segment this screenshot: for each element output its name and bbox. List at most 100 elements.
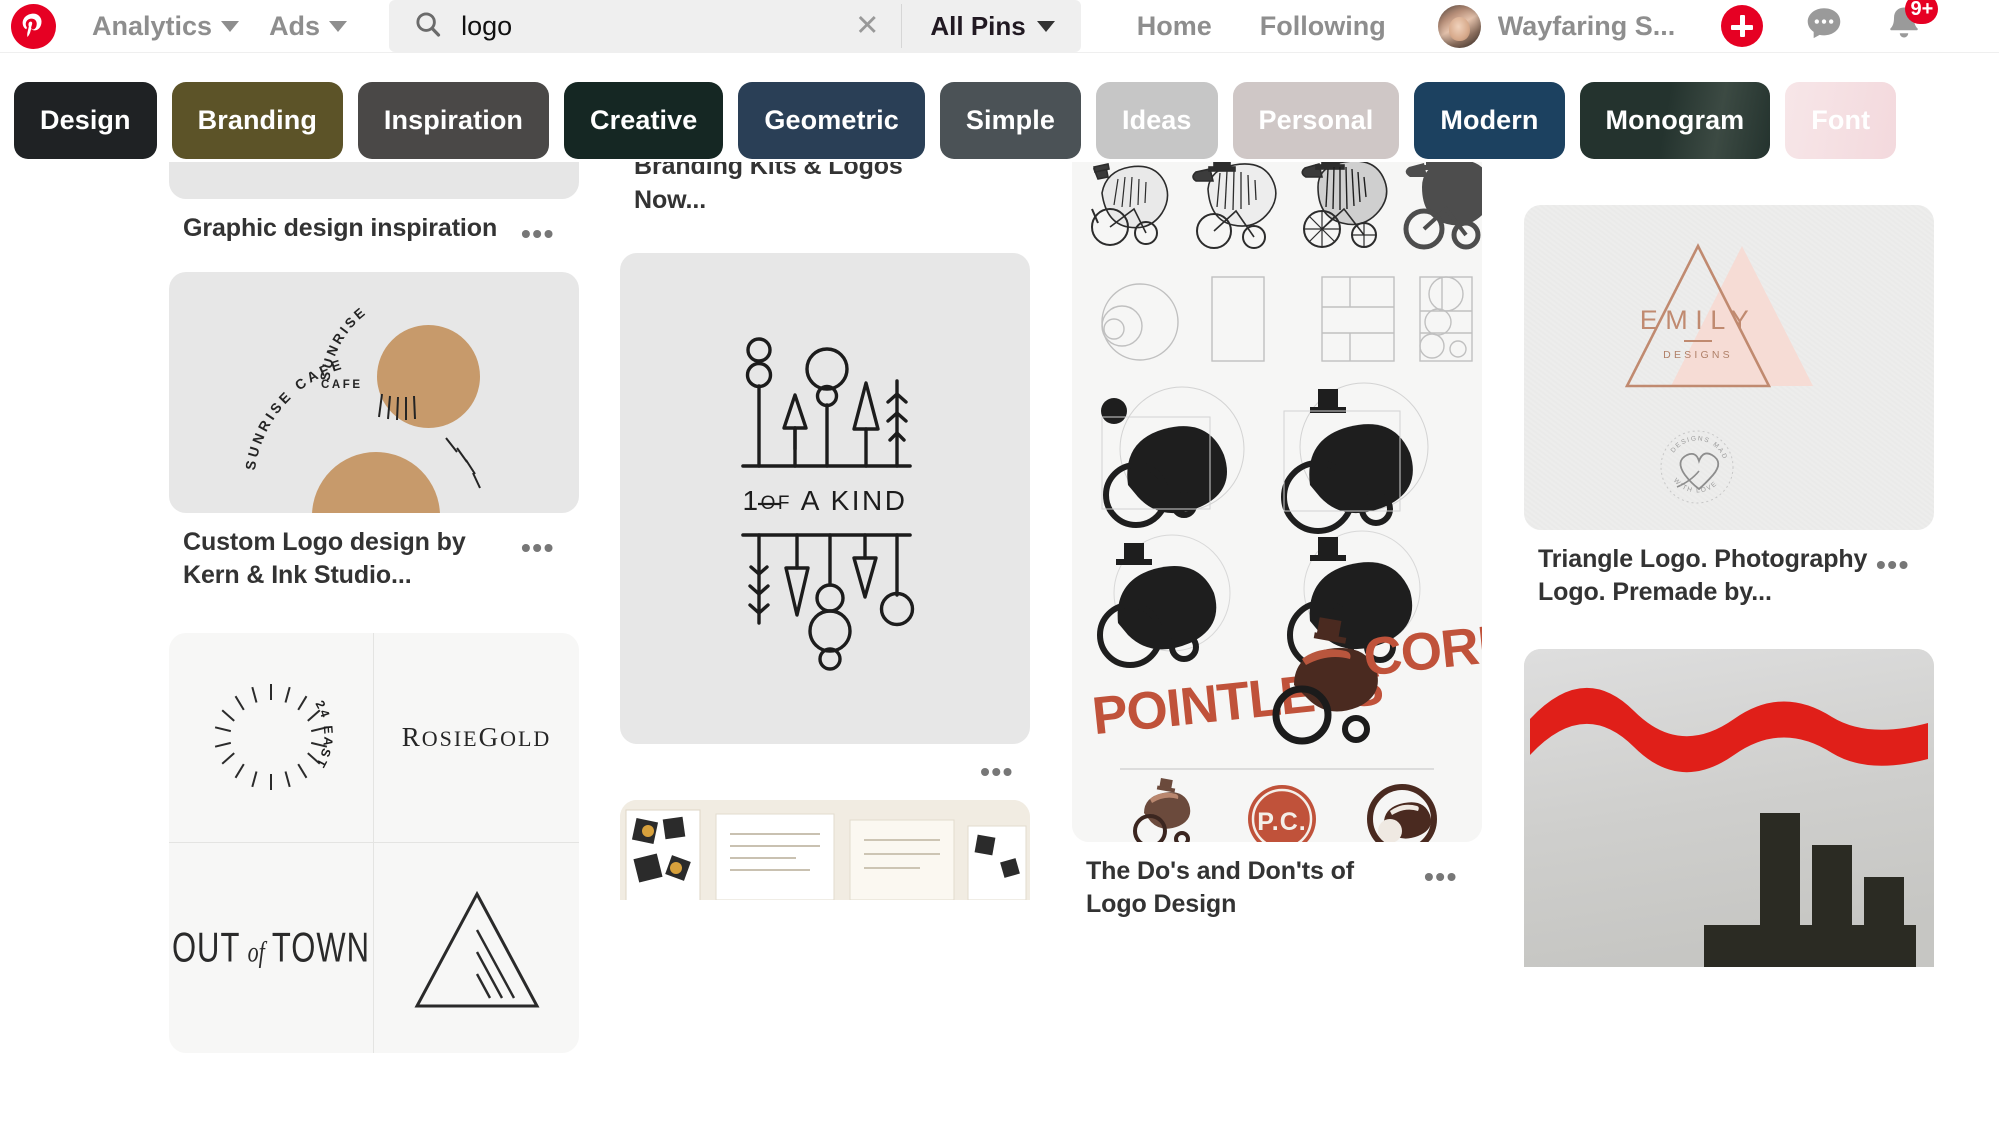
notification-badge: 9+ (1905, 0, 1939, 24)
chat-bubble-icon (1808, 7, 1841, 38)
filter-pill-personal[interactable]: Personal (1232, 82, 1400, 159)
nav-home-link[interactable]: Home (1137, 11, 1212, 42)
filter-pill-ideas[interactable]: Ideas (1096, 82, 1218, 159)
pin-image[interactable] (620, 799, 1030, 900)
pin-card[interactable]: Shop. Redesigned Premade Branding Kits &… (620, 162, 1030, 217)
pin-card[interactable] (620, 799, 1030, 900)
pin-footer: The Do's and Don'ts of Logo Design ••• (1072, 842, 1482, 922)
filter-pill-simple[interactable]: Simple (939, 82, 1081, 159)
pin-column-3: POINTLESS CORP. P.C. The Do's and Don'ts… (1072, 162, 1482, 934)
logo-cell-rosiegold: ROSIEGOLD (374, 633, 579, 843)
nav-ads-dropdown[interactable]: Ads (269, 10, 348, 42)
filter-pill-branding[interactable]: Branding (171, 82, 343, 159)
logo-cell-triangle-mark (374, 843, 579, 1053)
filter-pill-label: Modern (1440, 105, 1539, 135)
top-navigation-bar: Analytics Ads logo ✕ All Pins Home Follo… (0, 0, 1999, 52)
pin-column-2: Shop. Redesigned Premade Branding Kits &… (620, 162, 1030, 912)
designs-subtext: DESIGNS (1663, 349, 1733, 361)
chevron-down-icon (1036, 20, 1055, 32)
filter-pill-monogram[interactable]: Monogram (1579, 82, 1771, 159)
filter-pill-label: Monogram (1605, 105, 1745, 135)
avatar[interactable] (1437, 4, 1481, 48)
filter-pill-geometric[interactable]: Geometric (738, 82, 925, 159)
filter-pill-design[interactable]: Design (14, 82, 157, 159)
plus-icon (1721, 5, 1764, 47)
rosiegold-wordmark: ROSIEGOLD (401, 721, 552, 752)
red-wave-factory-art (1524, 648, 1934, 967)
pin-title: Graphic design inspiration (183, 214, 498, 242)
svg-text:P.C.: P.C. (1257, 808, 1306, 836)
create-pin-button[interactable] (1721, 5, 1764, 47)
more-options-icon[interactable]: ••• (521, 526, 555, 562)
search-scope-label: All Pins (930, 10, 1026, 41)
svg-text:DESIGNS MADE: DESIGNS MADE (1670, 435, 1729, 469)
pin-image[interactable]: EMILY DESIGNS DESIGNS MADE WITH LOVE (1524, 205, 1934, 530)
pin-footer: Triangle Logo. Photography Logo. Premade… (1524, 530, 1934, 610)
filter-pill-bar: Design Branding Inspiration Creative Geo… (0, 52, 1999, 162)
out-of-town-wordmark: OUT of TOWN (171, 923, 371, 971)
filter-pill-label: Geometric (764, 105, 899, 135)
stationery-mockup-art (620, 799, 1030, 900)
search-input[interactable]: logo (389, 0, 855, 52)
pointless-corp-process-sheet: POINTLESS CORP. P.C. (1072, 162, 1482, 842)
account-username[interactable]: Wayfaring S... (1498, 11, 1676, 42)
messages-button[interactable] (1803, 3, 1845, 50)
pin-column-1: Graphic design inspiration ••• SUNRISE C… (169, 162, 579, 1065)
filter-pill-inspiration[interactable]: Inspiration (357, 82, 550, 159)
pin-footer: Graphic design inspiration ••• (169, 199, 579, 248)
more-options-icon[interactable]: ••• (620, 744, 1030, 786)
filter-pill-label: Branding (197, 105, 317, 135)
search-scope-dropdown[interactable]: All Pins (902, 0, 1080, 52)
pin-title: Custom Logo design by Kern & Ink Studio.… (183, 528, 466, 590)
pin-image[interactable] (169, 162, 579, 199)
search-container: logo ✕ All Pins (389, 0, 1081, 52)
pin-title: The Do's and Don'ts of Logo Design (1086, 857, 1355, 919)
nav-following-link[interactable]: Following (1260, 11, 1386, 42)
search-clear-button[interactable]: ✕ (855, 11, 901, 41)
search-icon (413, 9, 443, 44)
pin-footer: Custom Logo design by Kern & Ink Studio.… (169, 513, 579, 593)
filter-pill-list: Design Branding Inspiration Creative Geo… (0, 53, 1999, 159)
filter-pill-label: Inspiration (383, 105, 524, 135)
24-east-circular-logo: 24 EAST (214, 684, 335, 790)
svg-text:SUNRISE CAFE: SUNRISE CAFE (242, 355, 346, 471)
pin-card[interactable]: SUNRISE CAFE SUNRISE CAFE Custom Logo de… (169, 272, 579, 593)
pin-grid: Graphic design inspiration ••• SUNRISE C… (0, 162, 1999, 1148)
pin-card[interactable]: EMILY DESIGNS DESIGNS MADE WITH LOVE Tri… (1524, 205, 1934, 610)
pin-card[interactable] (1524, 648, 1934, 967)
pin-image[interactable] (1524, 648, 1934, 967)
pin-image[interactable]: 24 EAST ROSIEGOLD OUT of TOWN (169, 632, 579, 1053)
svg-text:24 EAST: 24 EAST (312, 698, 335, 771)
nav-ads-label: Ads (269, 10, 321, 41)
pinterest-logo-icon[interactable] (11, 3, 56, 49)
pin-column-4: EMILY DESIGNS DESIGNS MADE WITH LOVE Tri… (1524, 162, 1934, 979)
heart-stamp-icon: DESIGNS MADE WITH LOVE (1660, 430, 1734, 504)
one-of-a-kind-logo: 1OF A KIND (741, 337, 915, 671)
filter-pill-label: Design (40, 105, 131, 135)
filter-pill-label: Simple (965, 105, 1055, 135)
pin-image[interactable]: SUNRISE CAFE SUNRISE CAFE (169, 272, 579, 513)
more-options-icon[interactable]: ••• (521, 212, 555, 248)
emily-designs-logo: EMILY DESIGNS DESIGNS MADE WITH LOVE (1624, 243, 1813, 504)
pin-card[interactable]: POINTLESS CORP. P.C. The Do's and Don'ts… (1072, 162, 1482, 922)
pin-image[interactable]: POINTLESS CORP. P.C. (1072, 162, 1482, 842)
pin-card[interactable]: 24 EAST ROSIEGOLD OUT of TOWN (169, 632, 579, 1053)
pin-title: Shop. Redesigned Premade Branding Kits &… (634, 162, 903, 214)
notifications-button[interactable]: 9+ (1883, 0, 1939, 50)
more-options-icon[interactable]: ••• (1424, 855, 1458, 891)
filter-pill-label: Personal (1258, 105, 1374, 135)
nav-analytics-dropdown[interactable]: Analytics (92, 10, 240, 42)
filter-pill-creative[interactable]: Creative (564, 82, 724, 159)
filter-pill-modern[interactable]: Modern (1414, 82, 1565, 159)
pin-card[interactable]: Graphic design inspiration ••• (169, 162, 579, 248)
filter-pill-font[interactable]: Font (1785, 82, 1897, 159)
chevron-down-icon (221, 20, 240, 32)
logo-cell-out-of-town: OUT of TOWN (169, 842, 374, 1053)
pin-title: Triangle Logo. Photography Logo. Premade… (1538, 545, 1868, 607)
pin-footer: Shop. Redesigned Premade Branding Kits &… (620, 162, 1030, 217)
nav-analytics-label: Analytics (92, 10, 213, 41)
search-input-value: logo (461, 10, 513, 41)
more-options-icon[interactable]: ••• (1876, 543, 1910, 579)
pin-card[interactable]: 1OF A KIND ••• (620, 252, 1030, 786)
pin-image[interactable]: 1OF A KIND (620, 252, 1030, 744)
